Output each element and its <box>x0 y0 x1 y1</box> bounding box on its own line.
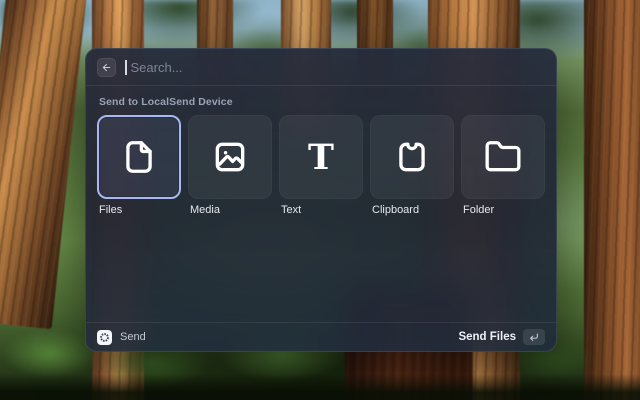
grid-cell-folder: Folder <box>461 115 545 216</box>
text-icon: T <box>302 138 340 176</box>
primary-action-label[interactable]: Send Files <box>458 331 516 343</box>
tile-files[interactable] <box>97 115 181 199</box>
folder-icon <box>484 138 522 176</box>
image-icon <box>211 138 249 176</box>
arrow-left-icon <box>101 62 112 73</box>
tile-label: Media <box>190 204 272 216</box>
tile-text[interactable]: T <box>279 115 363 199</box>
text-caret <box>125 60 127 75</box>
return-key-badge[interactable] <box>523 329 545 345</box>
command-grid: Files Media T Text <box>97 115 545 216</box>
search-input[interactable]: Search... <box>131 60 183 75</box>
svg-text:T: T <box>308 138 334 176</box>
grid-cell-text: T Text <box>279 115 363 216</box>
search-bar: Search... <box>86 49 556 85</box>
back-button[interactable] <box>97 58 116 77</box>
section-title: Send to LocalSend Device <box>99 96 545 108</box>
panel-body: Send to LocalSend Device Files <box>86 86 556 322</box>
clipboard-icon <box>393 138 431 176</box>
tile-label: Folder <box>463 204 545 216</box>
tile-label: Text <box>281 204 363 216</box>
tile-label: Files <box>99 204 181 216</box>
empty-results-area <box>97 216 545 322</box>
grid-cell-files: Files <box>97 115 181 216</box>
launcher-panel: Search... Send to LocalSend Device Files <box>85 48 557 352</box>
tile-folder[interactable] <box>461 115 545 199</box>
tile-label: Clipboard <box>372 204 454 216</box>
footer-action[interactable]: Send Files <box>458 329 545 345</box>
localsend-logo-icon <box>99 332 110 343</box>
grid-cell-clipboard: Clipboard <box>370 115 454 216</box>
tile-clipboard[interactable] <box>370 115 454 199</box>
return-icon <box>529 332 539 342</box>
forest-floor <box>0 374 640 400</box>
footer-command-name: Send <box>120 331 146 343</box>
tile-media[interactable] <box>188 115 272 199</box>
grid-cell-media: Media <box>188 115 272 216</box>
file-icon <box>120 138 158 176</box>
footer-bar: Send Send Files <box>86 323 556 351</box>
localsend-app-icon <box>97 330 112 345</box>
